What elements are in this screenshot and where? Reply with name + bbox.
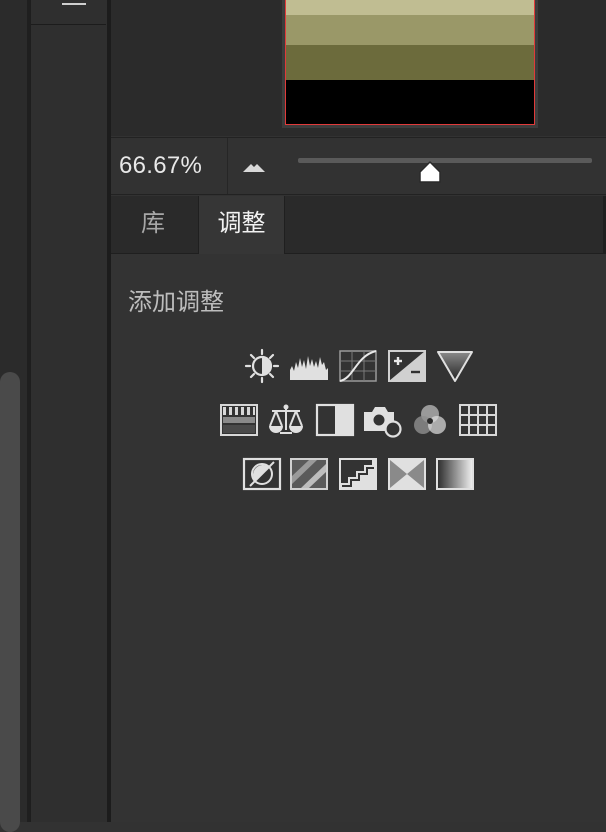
tool-column: [30, 0, 108, 822]
curves-icon[interactable]: [338, 348, 378, 384]
zoom-slider-track[interactable]: [298, 158, 592, 163]
vibrance-icon[interactable]: [435, 348, 475, 384]
photo-filter-icon[interactable]: [362, 402, 402, 438]
panel-tabs: 库 调整: [111, 196, 606, 254]
black-white-icon[interactable]: [315, 402, 355, 438]
tab-adjustments[interactable]: 调整: [198, 196, 285, 254]
channel-mixer-icon[interactable]: [410, 402, 450, 438]
color-lookup-icon[interactable]: [458, 402, 498, 438]
zoom-divider: [227, 138, 228, 194]
levels-icon[interactable]: [289, 348, 329, 384]
adjustments-panel: 添加调整: [111, 254, 606, 822]
panel-menu-icon[interactable]: [62, 0, 86, 6]
preview-band: [286, 80, 534, 124]
navigator-thumbnail[interactable]: [285, 0, 535, 125]
invert-icon[interactable]: [242, 456, 282, 492]
preview-band: [286, 45, 534, 80]
panel-title: 添加调整: [128, 289, 224, 316]
brightness-contrast-icon[interactable]: [242, 348, 282, 384]
threshold-icon[interactable]: [338, 456, 378, 492]
zoom-value[interactable]: 66.67%: [119, 152, 202, 180]
posterize-icon[interactable]: [289, 456, 329, 492]
tab-library[interactable]: 库: [111, 196, 195, 253]
mountain-small-icon[interactable]: [241, 156, 267, 176]
preview-band: [286, 15, 534, 45]
tool-column-divider: [31, 24, 106, 25]
zoom-slider-thumb[interactable]: [418, 160, 442, 184]
zoom-bar: 66.67%: [111, 137, 606, 195]
left-scrollbar[interactable]: [0, 372, 20, 832]
preview-band: [286, 0, 534, 15]
hue-saturation-icon[interactable]: [219, 402, 259, 438]
color-balance-icon[interactable]: [266, 402, 306, 438]
exposure-icon[interactable]: [387, 348, 427, 384]
selective-color-icon[interactable]: [387, 456, 427, 492]
gradient-map-icon[interactable]: [435, 456, 475, 492]
